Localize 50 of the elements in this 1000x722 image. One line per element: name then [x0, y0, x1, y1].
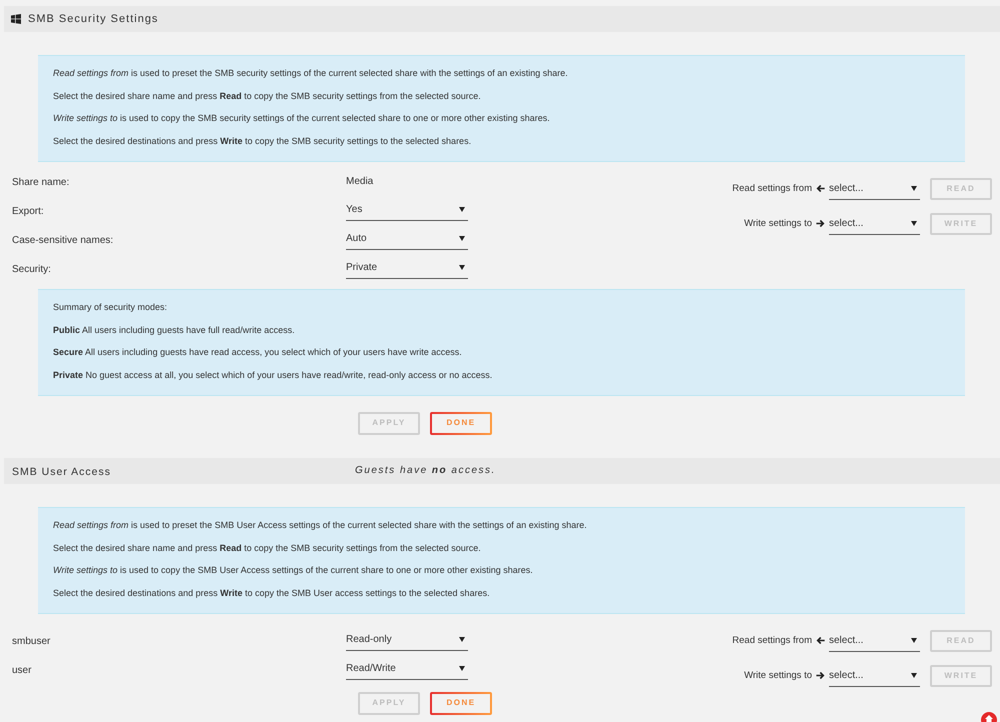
caret-icon	[459, 666, 465, 671]
summary-text: Secure All users including guests have read access, you select which of your users have write access.	[53, 346, 463, 360]
user-name: user	[12, 664, 32, 676]
caret-icon	[911, 186, 917, 191]
dropdown[interactable]: select...	[829, 630, 920, 652]
copy-settings-label: Read settings from	[732, 634, 812, 648]
dropdown[interactable]: Read/Write	[346, 658, 468, 680]
dropdown[interactable]: Private	[346, 257, 468, 280]
grid-logo-icon	[11, 14, 21, 24]
caret-icon	[911, 672, 917, 678]
caret-icon	[459, 265, 465, 270]
field-value: Media	[346, 174, 374, 189]
left-arrow-icon	[816, 636, 825, 646]
info-text: Select the desired destinations and press Write to copy the SMB security settings to the selected shares.	[53, 134, 472, 148]
info-text: Read settings from is used to preset the SMB User Access settings of the current selected share with the settings of an existing share.	[53, 518, 588, 532]
caret-icon	[911, 638, 917, 643]
summary-text: Private No guest access at all, you select which of your users have read/write, read-only access or no access.	[53, 368, 494, 382]
info-text: Select the desired share name and press Read to copy the SMB security settings from the selected source.	[53, 542, 482, 555]
dropdown[interactable]: select...	[829, 664, 920, 687]
summary-text: Public All users including guests have full read/write access.	[53, 324, 296, 337]
dropdown[interactable]: select...	[829, 178, 920, 200]
dropdown[interactable]: select...	[829, 212, 920, 235]
info-text: Select the desired destinations and press Write to copy the SMB User access settings to the selected shares.	[53, 586, 491, 600]
right-arrow-icon	[816, 219, 825, 228]
field-label: Export:	[12, 206, 44, 218]
field-label: Security:	[12, 264, 51, 276]
info-text: Write settings to is used to copy the SMB User Access settings of the current share to one or more other existing shares.	[53, 564, 534, 578]
dropdown[interactable]: Read-only	[346, 628, 468, 651]
info-text: Write settings to is used to copy the SMB security settings of the current selected share to one or more other existing shares.	[53, 112, 551, 126]
caret-icon	[459, 236, 465, 242]
right-arrow-icon	[816, 671, 825, 680]
info-text: Select the desired share name and press Read to copy the SMB security settings from the selected source.	[53, 90, 482, 103]
section-title: SMB Security Settings	[28, 12, 158, 27]
caret-icon	[911, 220, 917, 226]
left-arrow-icon	[816, 184, 825, 194]
house-icon[interactable]	[981, 712, 997, 722]
copy-settings-label: Write settings to	[744, 216, 812, 231]
field-label: Case-sensitive names:	[12, 235, 114, 246]
caret-icon	[459, 207, 465, 212]
field-label: Share name:	[12, 177, 70, 188]
user-name: smbuser	[12, 636, 50, 647]
caret-icon	[459, 636, 465, 642]
section-title: SMB User Access	[12, 466, 112, 478]
copy-settings-label: Write settings to	[744, 668, 812, 683]
summary-text: Summary of security modes:	[53, 300, 168, 314]
info-text: Read settings from is used to preset the SMB security settings of the current selected share with the settings of an existing share.	[53, 67, 569, 80]
copy-settings-label: Read settings from	[732, 182, 812, 196]
dropdown[interactable]: Yes	[346, 199, 468, 222]
dropdown[interactable]: Auto	[346, 228, 468, 250]
guest-access-note: Guests have no access.	[355, 464, 496, 478]
